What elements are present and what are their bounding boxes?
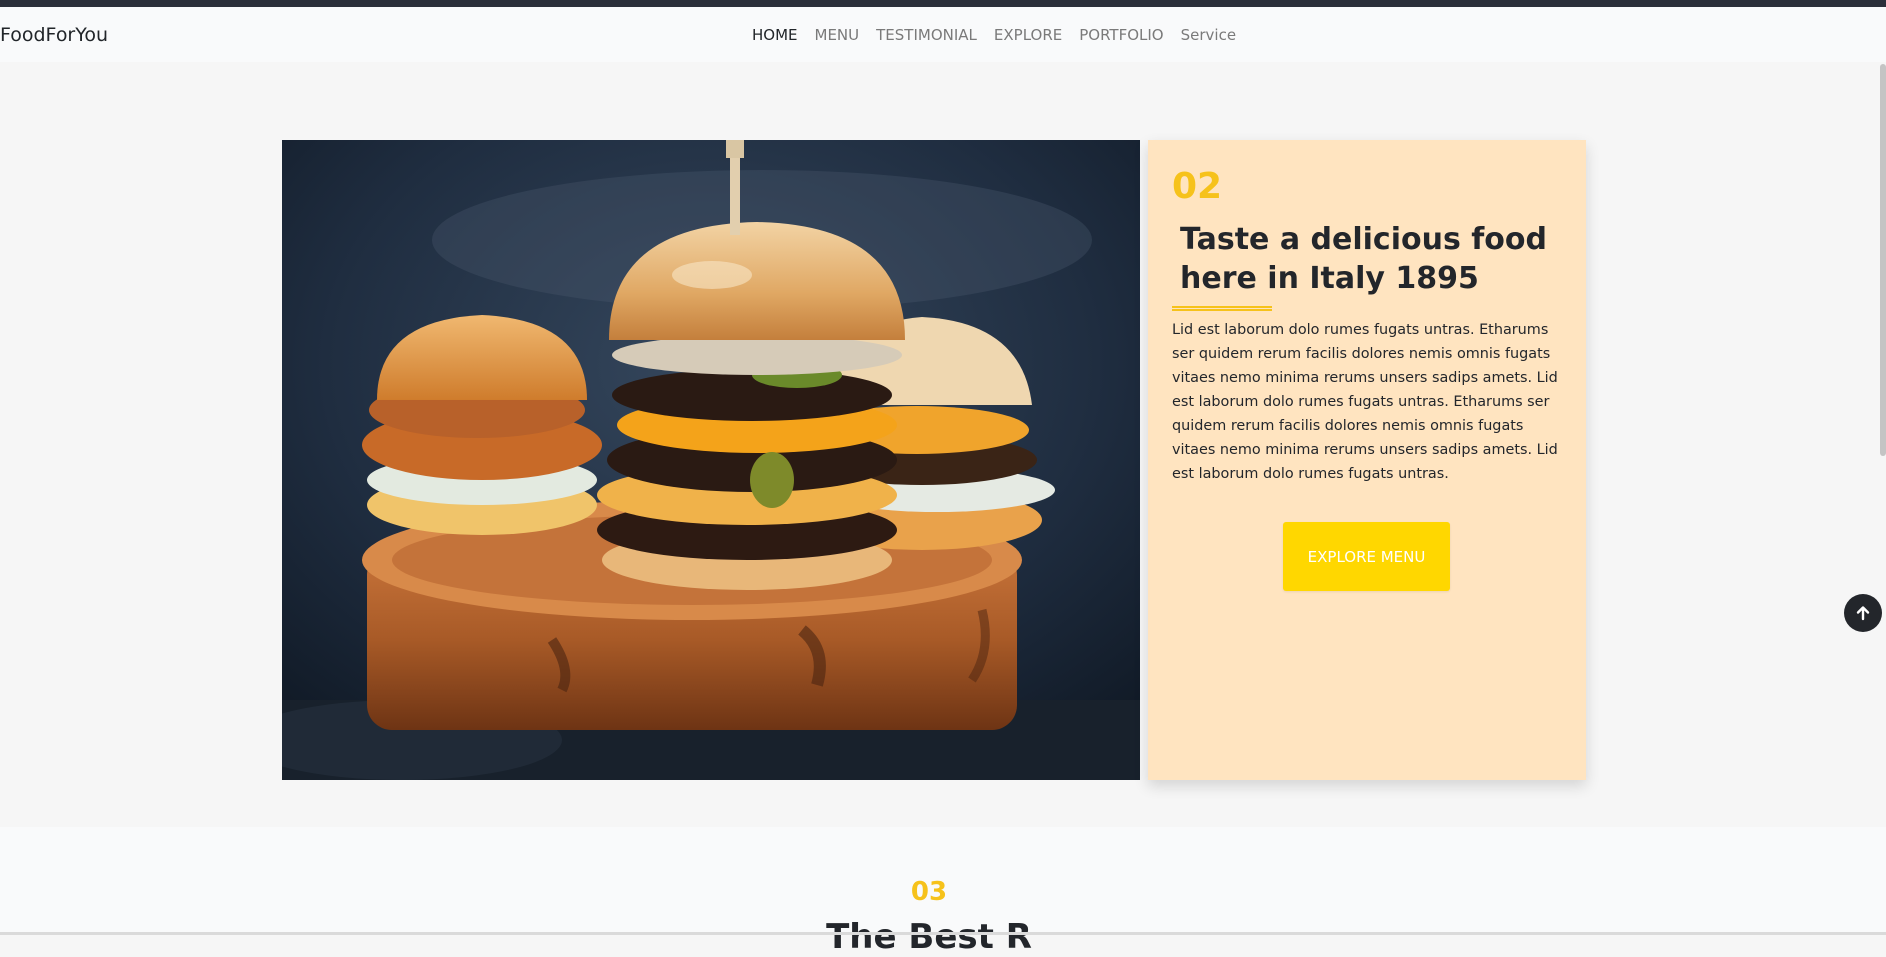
brand-logo[interactable]: FoodForYou [0,24,108,46]
title-underline [1172,306,1272,311]
next-section-number: 03 [910,877,948,907]
nav-link-explore[interactable]: EXPLORE [994,26,1062,44]
nav-links: HOME MENU TESTIMONIAL EXPLORE PORTFOLIO … [752,26,1236,44]
nav-link-portfolio[interactable]: PORTFOLIO [1079,26,1163,44]
top-accent-bar [0,0,1886,7]
feature-description: Lid est laborum dolo rumes fugats untras… [1172,322,1558,482]
nav-link-menu[interactable]: MENU [815,26,860,44]
next-section: 03 The Best R [0,827,1886,957]
nav-link-home[interactable]: HOME [752,26,798,44]
arrow-up-icon [1856,606,1870,621]
next-section-title: The Best R [826,917,1032,957]
feature-card: 02 Taste a delicious food here in Italy … [1148,140,1586,780]
nav-link-service[interactable]: Service [1181,26,1236,44]
nav-link-testimonial[interactable]: TESTIMONIAL [876,26,977,44]
scrollbar[interactable] [1880,64,1886,456]
scroll-to-top-button[interactable] [1844,594,1882,632]
feature-title: Taste a delicious food here in Italy 189… [1180,222,1547,296]
section-number: 02 [1172,166,1223,207]
explore-menu-button[interactable]: EXPLORE MENU [1283,522,1450,591]
burger-photo [282,140,1140,780]
navbar: FoodForYou HOME MENU TESTIMONIAL EXPLORE… [0,7,1886,62]
